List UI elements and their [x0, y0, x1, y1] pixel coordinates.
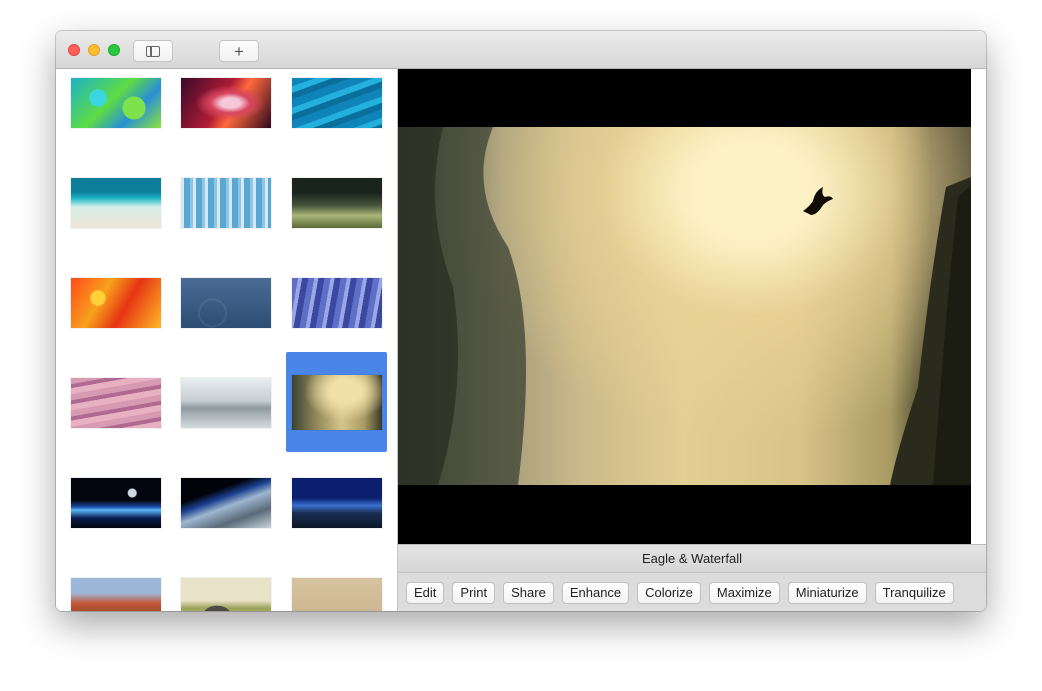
thumb-earth-space[interactable]: [181, 478, 271, 528]
thumb-green-abstract[interactable]: [71, 78, 161, 128]
enhance-button[interactable]: Enhance: [561, 582, 630, 604]
thumb-el-capitan[interactable]: [71, 578, 161, 611]
thumb-pink-dunes[interactable]: [71, 378, 161, 428]
zoom-window-button[interactable]: [108, 44, 120, 56]
eagle-silhouette: [803, 187, 833, 215]
maximize-button[interactable]: Maximize: [708, 582, 780, 604]
toggle-sidebar-button[interactable]: [133, 40, 173, 62]
tranquilize-button[interactable]: Tranquilize: [874, 582, 954, 604]
thumb-blue-waves[interactable]: [181, 278, 271, 328]
miniaturize-button[interactable]: Miniaturize: [787, 582, 867, 604]
app-window: + Eagle & Waterfall Edit Print Share Enhanc…: [56, 31, 986, 611]
image-caption: Eagle & Waterfall: [398, 545, 986, 573]
edit-button[interactable]: Edit: [406, 582, 445, 604]
thumbnail-gallery[interactable]: [56, 69, 397, 611]
thumb-grass[interactable]: [292, 178, 382, 228]
add-tab-button[interactable]: +: [219, 40, 259, 62]
thumb-elephant[interactable]: [181, 578, 271, 611]
preview-footer: Eagle & Waterfall Edit Print Share Enhance C…: [398, 544, 986, 611]
thumb-foggy-lake[interactable]: [181, 378, 271, 428]
title-bar: +: [56, 31, 986, 69]
minimize-window-button[interactable]: [88, 44, 100, 56]
thumb-earth-horizon[interactable]: [71, 478, 161, 528]
plus-icon: +: [234, 41, 244, 61]
preview-photo: [398, 127, 971, 485]
print-button[interactable]: Print: [452, 582, 496, 604]
thumb-beach[interactable]: [71, 178, 161, 228]
thumb-blue-water[interactable]: [292, 78, 382, 128]
thumb-sand[interactable]: [292, 578, 382, 611]
image-preview: [398, 69, 971, 544]
thumb-eagle-waterfall[interactable]: [292, 375, 382, 430]
action-toolbar: Edit Print Share Enhance Colorize Maximize Min…: [406, 582, 954, 604]
thumb-red-canyon[interactable]: [181, 78, 271, 128]
close-window-button[interactable]: [68, 44, 80, 56]
share-button[interactable]: Share: [503, 582, 554, 604]
right-margin: [971, 69, 986, 544]
thumb-orange-paint[interactable]: [71, 278, 161, 328]
thumb-blue-trees[interactable]: [181, 178, 271, 228]
sidebar-icon: [146, 45, 160, 57]
thumb-blue-rock[interactable]: [292, 278, 382, 328]
colorize-button[interactable]: Colorize: [637, 582, 701, 604]
thumb-blue-mountains[interactable]: [292, 478, 382, 528]
